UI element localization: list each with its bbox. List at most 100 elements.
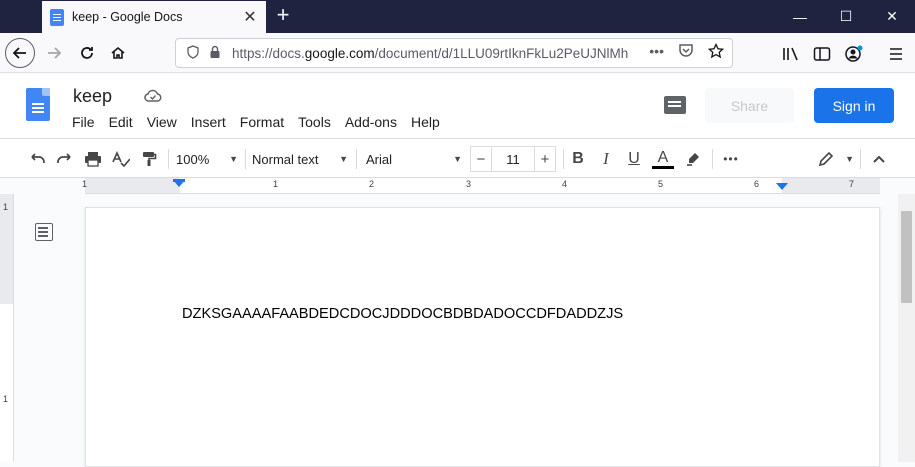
browser-tab[interactable]: keep - Google Docs ✕ — [42, 1, 266, 33]
chevron-down-icon: ▼ — [339, 154, 348, 164]
menu-insert[interactable]: Insert — [191, 114, 240, 130]
more-options-button[interactable]: ••• — [720, 147, 742, 171]
paint-format-icon — [143, 152, 157, 166]
forward-button[interactable] — [39, 38, 69, 68]
tab-close-icon[interactable]: ✕ — [240, 7, 260, 27]
url-prefix: https://docs. — [232, 45, 305, 61]
url-domain: google.com — [304, 45, 375, 61]
ruler-label: 7 — [849, 179, 855, 189]
font-select[interactable]: Arial ▼ — [366, 147, 462, 171]
back-button[interactable] — [5, 38, 35, 68]
shield-icon[interactable] — [184, 44, 202, 62]
chevron-down-icon: ▼ — [845, 154, 854, 164]
menu-add-ons[interactable]: Add-ons — [345, 114, 411, 130]
ruler-track: 1 1 2 3 4 5 6 7 — [82, 178, 880, 194]
paragraph-style-select[interactable]: Normal text ▼ — [252, 147, 348, 171]
undo-icon — [31, 153, 45, 163]
increase-font-size-button[interactable]: + — [534, 146, 556, 172]
menu-help[interactable]: Help — [411, 114, 454, 130]
vertical-ruler[interactable]: 1 1 — [0, 194, 14, 462]
scrollbar-thumb[interactable] — [901, 211, 912, 303]
redo-button[interactable] — [54, 147, 76, 171]
toolbar-separator — [712, 149, 713, 169]
close-window-button[interactable]: ✕ — [869, 0, 915, 33]
document-title[interactable]: keep — [73, 86, 112, 107]
menu-format[interactable]: Format — [240, 114, 298, 130]
text-color-swatch — [652, 165, 674, 169]
page-actions-icon[interactable]: ••• — [649, 43, 664, 62]
toolbar-separator — [245, 149, 246, 169]
docs-menubar: File Edit View Insert Format Tools Add-o… — [72, 114, 454, 130]
pencil-icon — [818, 151, 834, 167]
zoom-select[interactable]: 100% ▼ — [176, 147, 238, 171]
lock-icon[interactable] — [206, 45, 224, 62]
highlight-button[interactable] — [682, 147, 704, 171]
text-color-label: A — [657, 148, 669, 166]
ruler-label: 1 — [273, 179, 279, 189]
pocket-icon[interactable] — [678, 43, 694, 62]
font-size-control: − 11 + — [470, 146, 560, 172]
sign-in-button[interactable]: Sign in — [814, 88, 894, 123]
bold-button[interactable]: B — [568, 147, 588, 171]
url-text[interactable]: https://docs.google.com/document/d/1LLU0… — [232, 46, 642, 61]
font-value: Arial — [366, 151, 393, 167]
menu-edit[interactable]: Edit — [109, 114, 147, 130]
toolbar-separator — [563, 149, 564, 169]
library-icon[interactable] — [780, 44, 802, 64]
toolbar-separator — [356, 149, 357, 169]
docs-header: keep File Edit View Insert Format Tools … — [0, 74, 915, 138]
ruler-label: 4 — [562, 179, 568, 189]
google-docs-logo-icon[interactable] — [26, 88, 50, 121]
menu-file[interactable]: File — [72, 114, 109, 130]
minimize-button[interactable]: — — [777, 0, 823, 33]
toolbar-separator — [168, 149, 169, 169]
hamburger-menu-icon[interactable] — [885, 44, 907, 64]
docs-toolbar: 100% ▼ Normal text ▼ Arial ▼ − 11 + B I … — [0, 138, 915, 178]
account-icon[interactable] — [843, 44, 865, 64]
zoom-value: 100% — [176, 151, 210, 167]
google-docs-favicon-icon — [50, 8, 64, 26]
browser-navbar: https://docs.google.com/document/d/1LLU0… — [0, 33, 915, 73]
bookmark-star-icon[interactable] — [707, 42, 725, 62]
decrease-font-size-button[interactable]: − — [470, 146, 492, 172]
home-button[interactable] — [103, 38, 133, 68]
document-outline-icon[interactable] — [35, 223, 53, 241]
comments-icon[interactable] — [664, 96, 686, 114]
paint-format-button[interactable] — [138, 147, 160, 171]
spellcheck-button[interactable] — [110, 147, 132, 171]
italic-button[interactable]: I — [596, 147, 616, 171]
document-page[interactable]: DZKSGAAAAFAABDEDCDOCJDDDOCBDBDADOCCDFDAD… — [85, 207, 880, 467]
paragraph-style-value: Normal text — [252, 151, 319, 167]
spellcheck-icon — [112, 151, 130, 167]
left-indent-handle[interactable] — [173, 180, 185, 187]
print-icon — [85, 152, 101, 167]
share-button[interactable]: Share — [705, 88, 794, 123]
right-indent-handle[interactable] — [776, 183, 788, 190]
document-body-text[interactable]: DZKSGAAAAFAABDEDCDOCJDDDOCBDBDADOCCDFDAD… — [182, 306, 623, 322]
menu-tools[interactable]: Tools — [298, 114, 345, 130]
undo-button[interactable] — [26, 147, 48, 171]
hide-menus-button[interactable] — [868, 147, 890, 171]
ruler-label: 5 — [658, 179, 664, 189]
arrow-right-icon — [48, 47, 62, 59]
font-size-input[interactable]: 11 — [492, 146, 534, 172]
ruler-label: 6 — [754, 179, 760, 189]
new-tab-button[interactable]: + — [272, 4, 294, 27]
cloud-saved-icon — [144, 89, 162, 106]
arrow-left-icon — [12, 47, 26, 59]
chevron-down-icon: ▼ — [453, 154, 462, 164]
text-color-button[interactable]: A — [651, 147, 675, 171]
vertical-scrollbar[interactable] — [898, 194, 915, 462]
underline-button[interactable]: U — [624, 147, 644, 171]
print-button[interactable] — [82, 147, 104, 171]
url-bar[interactable]: https://docs.google.com/document/d/1LLU0… — [175, 38, 733, 68]
sidebar-icon[interactable] — [811, 44, 833, 64]
vruler-label: 1 — [3, 202, 9, 212]
reload-button[interactable] — [72, 38, 102, 68]
maximize-button[interactable]: ☐ — [823, 0, 869, 33]
home-icon — [111, 46, 125, 59]
ruler-right-margin — [782, 178, 880, 193]
editing-mode-button[interactable]: ▼ — [818, 147, 854, 171]
highlighter-icon — [687, 153, 699, 166]
menu-view[interactable]: View — [147, 114, 191, 130]
